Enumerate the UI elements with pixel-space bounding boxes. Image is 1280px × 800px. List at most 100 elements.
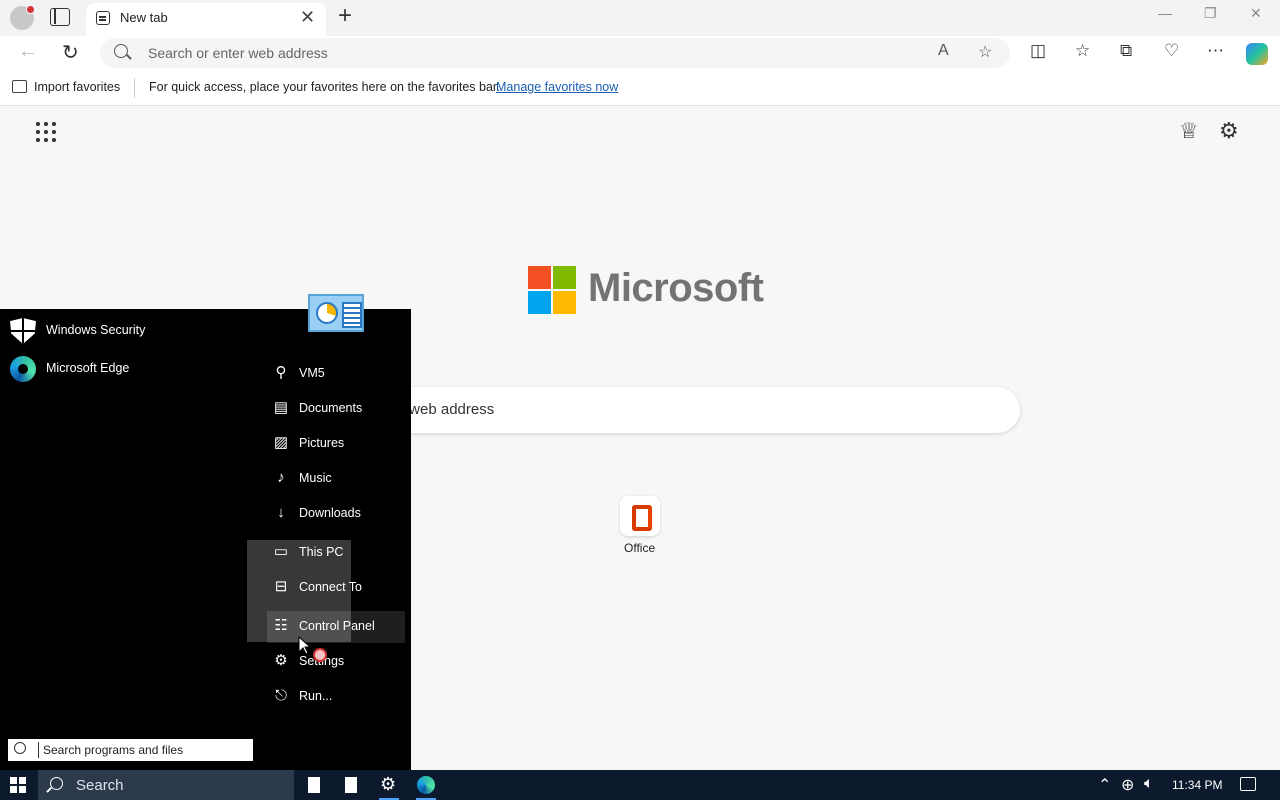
start-place-label: This PC <box>299 545 344 559</box>
control-panel-icon: ☷ <box>274 617 288 634</box>
user-picture[interactable] <box>308 294 364 332</box>
mouse-pointer-icon <box>298 636 312 655</box>
navigation-bar: ← ↻ Search or enter web address A ☆ ◫ ☆ … <box>0 36 1280 70</box>
app-launcher-icon[interactable] <box>36 122 56 142</box>
import-favorites-icon <box>12 80 27 93</box>
manage-favorites-link[interactable]: Manage favorites now <box>496 80 618 94</box>
browser-title-bar: New tab ✕ + — ❐ ✕ <box>0 0 1280 36</box>
music-icon: ♪ <box>277 469 285 486</box>
favorites-divider <box>134 78 135 98</box>
favorites-icon[interactable]: ☆ <box>1075 41 1090 61</box>
new-tab-button[interactable]: + <box>338 2 352 30</box>
search-icon <box>50 777 63 790</box>
read-aloud-icon[interactable]: A <box>938 42 949 60</box>
tab-actions-icon[interactable] <box>50 8 70 26</box>
shield-icon <box>10 318 36 344</box>
new-tab-page-icon <box>96 11 110 25</box>
start-place-this-pc[interactable]: ▭ This PC <box>268 537 404 567</box>
edge-icon <box>10 356 36 382</box>
favorites-bar-message: For quick access, place your favorites h… <box>149 80 500 94</box>
connect-icon: ⊟ <box>274 578 288 595</box>
taskbar-app-file[interactable] <box>333 770 369 800</box>
text-caret <box>38 742 39 758</box>
favorite-star-icon[interactable]: ☆ <box>978 42 992 62</box>
start-search-placeholder: Search programs and files <box>43 743 184 757</box>
network-globe-icon[interactable]: ⊕ <box>1121 775 1134 795</box>
office-quick-link-icon[interactable] <box>620 496 660 536</box>
start-item-label: Microsoft Edge <box>46 361 130 375</box>
busy-indicator-icon <box>313 648 327 662</box>
tab-close-button[interactable]: ✕ <box>300 7 315 28</box>
favorites-bar: Import favorites For quick access, place… <box>0 70 1280 106</box>
copilot-icon[interactable] <box>1246 43 1268 65</box>
run-icon: ⎋ <box>275 687 287 704</box>
page-settings-gear-icon[interactable]: ⚙ <box>1219 118 1239 144</box>
address-placeholder: Search or enter web address <box>148 45 328 61</box>
start-place-downloads[interactable]: ↓ Downloads <box>268 498 404 528</box>
taskbar-app-notepad[interactable] <box>296 770 332 800</box>
address-bar[interactable]: Search or enter web address A ☆ <box>100 38 1010 68</box>
restore-button[interactable]: ❐ <box>1204 5 1217 22</box>
start-search-input[interactable]: Search programs and files <box>8 739 253 761</box>
start-item-microsoft-edge[interactable]: Microsoft Edge <box>0 353 240 383</box>
microsoft-wordmark: Microsoft <box>588 266 764 310</box>
back-arrow-icon[interactable]: ← <box>18 40 38 63</box>
minimize-button[interactable]: — <box>1158 5 1172 21</box>
tab-new-tab[interactable]: New tab ✕ <box>86 3 326 36</box>
start-place-label: Run... <box>299 689 333 703</box>
document-icon <box>308 777 320 793</box>
start-place-label: Connect To <box>299 580 363 594</box>
document-icon: ▤ <box>273 399 289 416</box>
split-screen-icon[interactable]: ◫ <box>1030 41 1046 61</box>
tab-title: New tab <box>120 10 168 25</box>
start-place-label: Documents <box>299 401 363 415</box>
start-place-vm5[interactable]: ⚲ VM5 <box>268 358 404 388</box>
start-place-pictures[interactable]: ▨ Pictures <box>268 428 404 458</box>
gear-icon: ⚙ <box>274 652 288 669</box>
start-place-music[interactable]: ♪ Music <box>268 463 404 493</box>
search-icon <box>14 742 26 754</box>
more-options-icon[interactable]: ⋯ <box>1207 41 1224 61</box>
start-place-connect-to[interactable]: ⊟ Connect To <box>268 572 404 602</box>
picture-icon: ▨ <box>273 434 289 451</box>
import-favorites-button[interactable]: Import favorites <box>34 80 120 94</box>
volume-icon[interactable]: 🔈︎ <box>1144 775 1154 793</box>
start-menu: Windows Security Microsoft Edge ⚲ VM5 ▤ … <box>0 294 411 770</box>
taskbar-app-edge[interactable] <box>408 770 444 800</box>
start-place-documents[interactable]: ▤ Documents <box>268 393 404 423</box>
start-place-label: Pictures <box>299 436 345 450</box>
windows-start-icon[interactable] <box>10 777 26 793</box>
user-icon: ⚲ <box>275 364 287 381</box>
taskbar-search[interactable]: Search <box>38 770 294 800</box>
page-search-placeholder: r web address <box>400 401 495 418</box>
start-place-label: VM5 <box>299 366 325 380</box>
taskbar-clock[interactable]: 11:34 PM <box>1172 778 1222 792</box>
start-item-windows-security[interactable]: Windows Security <box>0 315 240 345</box>
microsoft-logo <box>528 266 576 314</box>
taskbar: Search ⚙ ⌃ ⊕ 🔈︎ 11:34 PM <box>0 770 1280 800</box>
start-place-control-panel[interactable]: ☷ Control Panel <box>268 611 404 641</box>
start-place-label: Music <box>299 471 332 485</box>
collections-icon[interactable]: ⧉ <box>1120 41 1132 61</box>
close-window-button[interactable]: ✕ <box>1250 5 1262 22</box>
taskbar-search-label: Search <box>76 777 124 794</box>
download-icon: ↓ <box>277 504 285 521</box>
start-item-label: Windows Security <box>46 323 146 337</box>
office-quick-link-label[interactable]: Office <box>624 541 655 555</box>
refresh-icon[interactable]: ↻ <box>62 40 79 65</box>
start-place-settings[interactable]: ⚙ Settings <box>268 646 404 676</box>
computer-icon: ▭ <box>273 543 289 560</box>
search-icon <box>114 44 128 58</box>
gear-icon: ⚙ <box>380 774 397 794</box>
taskbar-app-settings[interactable]: ⚙ <box>371 770 407 800</box>
start-place-label: Downloads <box>299 506 361 520</box>
edge-icon <box>417 776 435 794</box>
browser-essentials-icon[interactable]: ♡ <box>1164 41 1179 61</box>
notification-icon[interactable] <box>1240 777 1256 791</box>
profile-avatar[interactable] <box>10 5 35 30</box>
rewards-trophy-icon[interactable]: ♕ <box>1179 118 1199 144</box>
document-icon <box>345 777 357 793</box>
chevron-up-icon[interactable]: ⌃ <box>1098 775 1111 795</box>
start-place-run[interactable]: ⎋ Run... <box>268 681 404 711</box>
start-place-label: Control Panel <box>299 619 375 633</box>
